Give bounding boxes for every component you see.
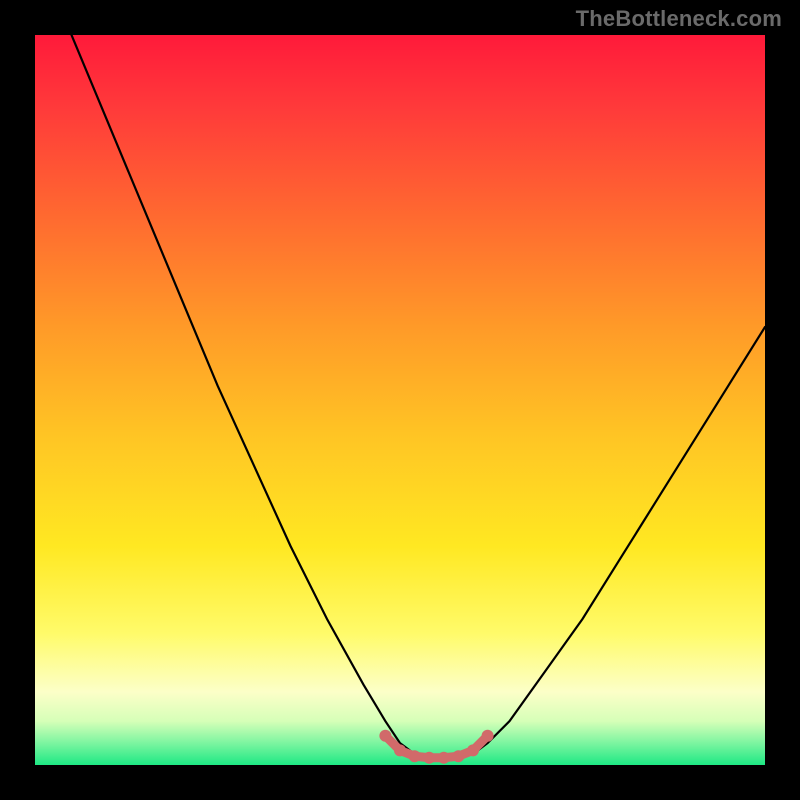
plot-area: [35, 35, 765, 765]
marker-point: [452, 750, 464, 762]
bottleneck-curve: [72, 35, 766, 758]
marker-point: [379, 730, 391, 742]
marker-point: [409, 750, 421, 762]
curve-layer: [35, 35, 765, 765]
marker-point: [482, 730, 494, 742]
chart-frame: TheBottleneck.com: [0, 0, 800, 800]
marker-point: [394, 744, 406, 756]
watermark-label: TheBottleneck.com: [576, 6, 782, 32]
marker-point: [467, 744, 479, 756]
bottom-markers: [379, 730, 493, 764]
marker-point: [438, 752, 450, 764]
marker-point: [423, 752, 435, 764]
